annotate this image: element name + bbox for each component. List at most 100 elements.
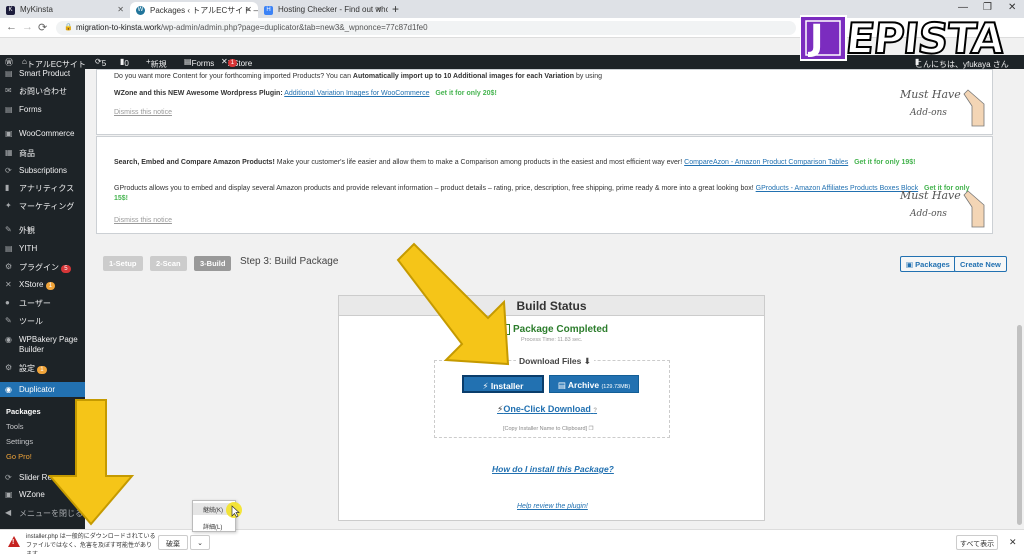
sidebar-item-label: 設定: [19, 364, 35, 373]
sidebar-item-woocommerce[interactable]: ▣ WooCommerce: [0, 129, 85, 138]
notice-text: Search, Embed and Compare Amazon Product…: [114, 159, 916, 166]
process-time: Process Time: 11.83 sec.: [521, 337, 583, 343]
notice-body: GProducts allows you to embed and displa…: [114, 185, 754, 192]
copy-installer-link[interactable]: [Copy Installer Name to Clipboard] ❐: [503, 426, 594, 432]
admin-bar-new[interactable]: + 新規: [146, 57, 167, 69]
installer-button[interactable]: ⚡ Installer: [462, 375, 544, 393]
packages-button[interactable]: ▣ Packages: [900, 256, 956, 272]
warning-exclamation: !: [12, 539, 15, 546]
scrollbar-thumb[interactable]: [1017, 325, 1022, 525]
sidebar-item-xstore[interactable]: ✕ XStore 1: [0, 280, 85, 290]
help-review-link[interactable]: Help review the plugin!: [517, 503, 588, 510]
sidebar-item-label: 商品: [19, 149, 35, 158]
menu-icon: ▤: [5, 69, 13, 78]
bolt-icon: ⚡: [482, 381, 489, 391]
submenu-packages[interactable]: Packages: [6, 407, 41, 416]
notice-line1: Do you want more Content for your forthc…: [114, 73, 351, 80]
admin-bar-site[interactable]: ⌂ トアルECサイト: [22, 57, 86, 69]
address-bar[interactable]: 🔒 migration-to-kinsta.work/wp-admin/admi…: [56, 21, 796, 35]
tab-close-icon[interactable]: ✕: [375, 5, 382, 14]
appearance-icon: ✎: [5, 225, 12, 234]
new-tab-icon[interactable]: +: [392, 2, 399, 16]
download-files-text: Download Files: [519, 356, 582, 366]
discard-button[interactable]: 破棄: [158, 535, 188, 550]
variation-images-link[interactable]: Additional Variation Images for WooComme…: [284, 90, 429, 97]
sidebar-item-label: Smart Product: [19, 69, 71, 78]
one-click-label: One-Click Download: [503, 404, 591, 414]
page-scrollbar[interactable]: [1015, 69, 1024, 529]
back-icon[interactable]: ←: [6, 21, 17, 33]
how-to-install-link[interactable]: How do I install this Package?: [492, 464, 614, 474]
dismiss-label: Dismiss this notice: [114, 217, 172, 224]
cursor-highlight: [226, 502, 242, 518]
completed-label: Package Completed: [513, 324, 609, 335]
sidebar-item-smart-product[interactable]: ▤ Smart Product: [0, 69, 85, 78]
download-options-chevron-icon[interactable]: ⌄: [190, 535, 210, 550]
archive-button[interactable]: ▤ Archive (129.73MB): [549, 375, 639, 393]
create-new-label: Create New: [960, 260, 1001, 269]
sidebar-item-yith[interactable]: ▤ YITH: [0, 244, 85, 253]
notice-text: Do you want more Content for your forthc…: [114, 73, 602, 80]
close-shelf-icon[interactable]: ✕: [1009, 537, 1017, 548]
tab-label: Hosting Checker - Find out who: [278, 5, 388, 14]
tab-close-icon[interactable]: ✕: [117, 5, 124, 14]
sidebar-item-plugins[interactable]: ⚙ プラグイン 5: [0, 262, 85, 273]
sidebar-item-marketing[interactable]: ✦ マーケティング: [0, 201, 85, 212]
menu-item-details[interactable]: 詳細(L): [193, 520, 237, 531]
gproducts-link[interactable]: GProducts - Amazon Affiliates Products B…: [756, 185, 919, 192]
notice-text: WZone and this NEW Awesome Wordpress Plu…: [114, 90, 497, 97]
admin-bar-updates[interactable]: ⟳ 5: [95, 57, 106, 68]
sidebar-item-tools[interactable]: ✎ ツール: [0, 316, 85, 327]
sidebar-item-duplicator[interactable]: ◉ Duplicator: [0, 382, 85, 397]
browser-tab-active[interactable]: W Packages ‹ トアルECサイト — Wor ✕: [130, 2, 258, 18]
browser-tab[interactable]: H Hosting Checker - Find out who ✕: [258, 2, 388, 18]
must-have-text: Must Have: [900, 88, 961, 101]
sidebar-item-products[interactable]: ▦ 商品: [0, 148, 85, 159]
dismiss-notice-link[interactable]: Dismiss this notice: [114, 109, 172, 116]
package-completed: ✓Package Completed: [499, 324, 608, 335]
sidebar-item-subscriptions[interactable]: ⟳ Subscriptions: [0, 166, 85, 175]
submenu-settings[interactable]: Settings: [6, 437, 33, 446]
reload-icon[interactable]: ⟳: [38, 21, 47, 34]
one-click-download-link[interactable]: ⚡One-Click Download ?: [497, 404, 597, 415]
copy-icon: ❐: [588, 426, 594, 432]
dismiss-notice-link[interactable]: Dismiss this notice: [114, 217, 172, 224]
create-new-button[interactable]: Create New: [954, 256, 1007, 272]
browser-tab[interactable]: K MyKinsta ✕: [0, 2, 130, 18]
sidebar-item-forms[interactable]: ▤ Forms: [0, 105, 85, 114]
sidebar-item-label: プラグイン: [19, 263, 59, 272]
dismiss-label: Dismiss this notice: [114, 109, 172, 116]
tab-close-icon[interactable]: ✕: [245, 5, 252, 14]
duplicator-icon: ◉: [5, 385, 12, 394]
plugins-icon: ⚙: [5, 262, 13, 271]
submenu-tools[interactable]: Tools: [6, 422, 24, 431]
mail-icon: ✉: [5, 86, 12, 95]
products-icon: ▦: [5, 148, 13, 157]
admin-bar-forms[interactable]: ▤ Forms: [184, 57, 214, 68]
forward-icon[interactable]: →: [22, 21, 33, 33]
admin-bar-xstore[interactable]: ✕ XStore 1: [221, 57, 252, 68]
sidebar-item-label: WPBakery Page: [19, 335, 78, 344]
sidebar-item-wpbakery[interactable]: ◉ WPBakery Page: [0, 335, 85, 344]
wzone-notice-1: Do you want more Content for your forthc…: [96, 69, 993, 135]
xstore-badge: 1: [227, 59, 238, 67]
sidebar-item-wpbakery-line2[interactable]: Builder: [0, 345, 85, 354]
submenu-go-pro[interactable]: Go Pro!: [6, 452, 32, 461]
sidebar-item-users[interactable]: ● ユーザー: [0, 298, 85, 309]
settings-badge: 1: [37, 366, 47, 374]
admin-bar-comments[interactable]: ▮ 0: [120, 57, 129, 68]
wordpress-logo-icon[interactable]: Ⓦ: [5, 57, 13, 68]
tools-icon: ✎: [5, 316, 12, 325]
show-all-button[interactable]: すべて表示: [956, 535, 998, 550]
sidebar-item-contact[interactable]: ✉ お問い合わせ: [0, 86, 85, 97]
compareazon-link[interactable]: CompareAzon - Amazon Product Comparison …: [684, 159, 848, 166]
sidebar-item-label: アナリティクス: [19, 184, 75, 193]
marketing-icon: ✦: [5, 201, 12, 210]
forms-label: Forms: [191, 59, 215, 68]
sidebar-item-settings[interactable]: ⚙ 設定 1: [0, 363, 85, 374]
packages-button-label: Packages: [915, 260, 950, 269]
sidebar-item-analytics[interactable]: ▮ アナリティクス: [0, 183, 85, 194]
help-icon[interactable]: ?: [593, 408, 597, 414]
step-title: Step 3: Build Package: [240, 256, 339, 267]
sidebar-item-appearance[interactable]: ✎ 外観: [0, 225, 85, 236]
